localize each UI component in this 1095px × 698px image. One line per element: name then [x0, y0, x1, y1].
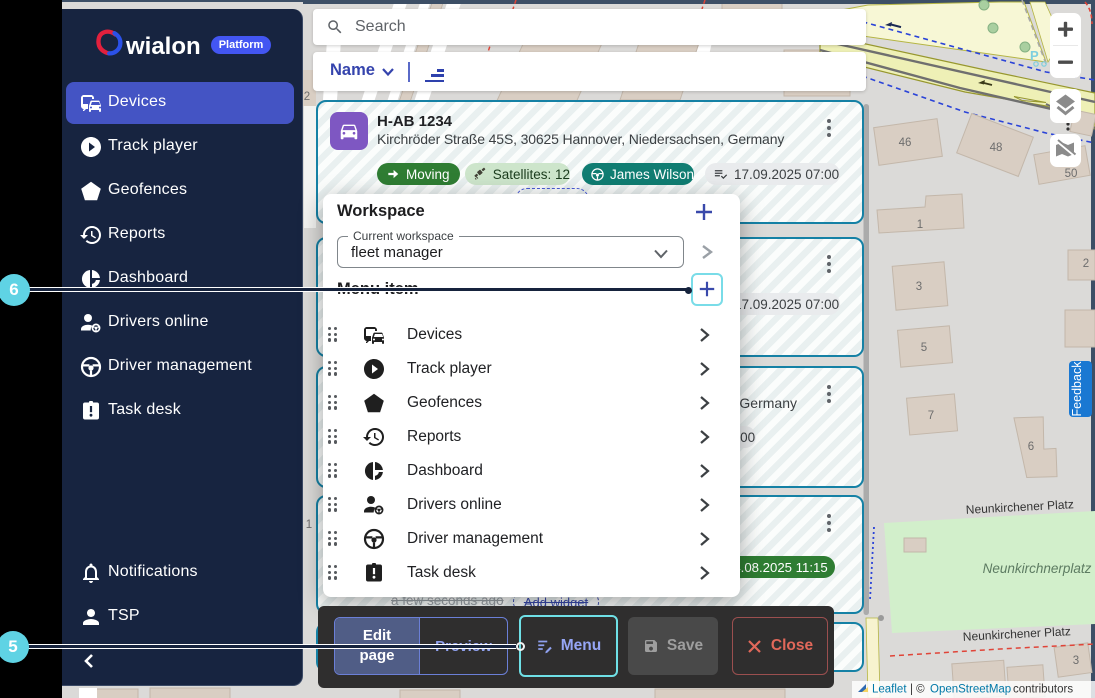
svg-text:5: 5 [921, 342, 927, 354]
svg-text:P: P [1030, 48, 1039, 63]
svg-text:3: 3 [1073, 655, 1079, 667]
svg-text:OpenStreetMap: OpenStreetMap [930, 684, 1011, 696]
svg-text:50: 50 [1065, 168, 1078, 180]
svg-text:Leaflet: Leaflet [872, 684, 907, 696]
svg-text:2: 2 [1083, 258, 1089, 270]
svg-text:Neunkirchnerplatz: Neunkirchnerplatz [983, 561, 1092, 576]
svg-text:6: 6 [1028, 441, 1034, 453]
svg-text:3: 3 [916, 281, 922, 293]
svg-text:Feedback: Feedback [1070, 361, 1084, 417]
svg-text:1: 1 [306, 519, 312, 531]
svg-text:| ©: | © [910, 684, 925, 696]
svg-text:46: 46 [899, 137, 912, 149]
svg-text:1: 1 [917, 219, 923, 231]
svg-text:contributors: contributors [1013, 684, 1073, 696]
svg-text:7: 7 [928, 410, 934, 422]
svg-text:48: 48 [990, 142, 1003, 154]
svg-text:2: 2 [304, 91, 310, 103]
